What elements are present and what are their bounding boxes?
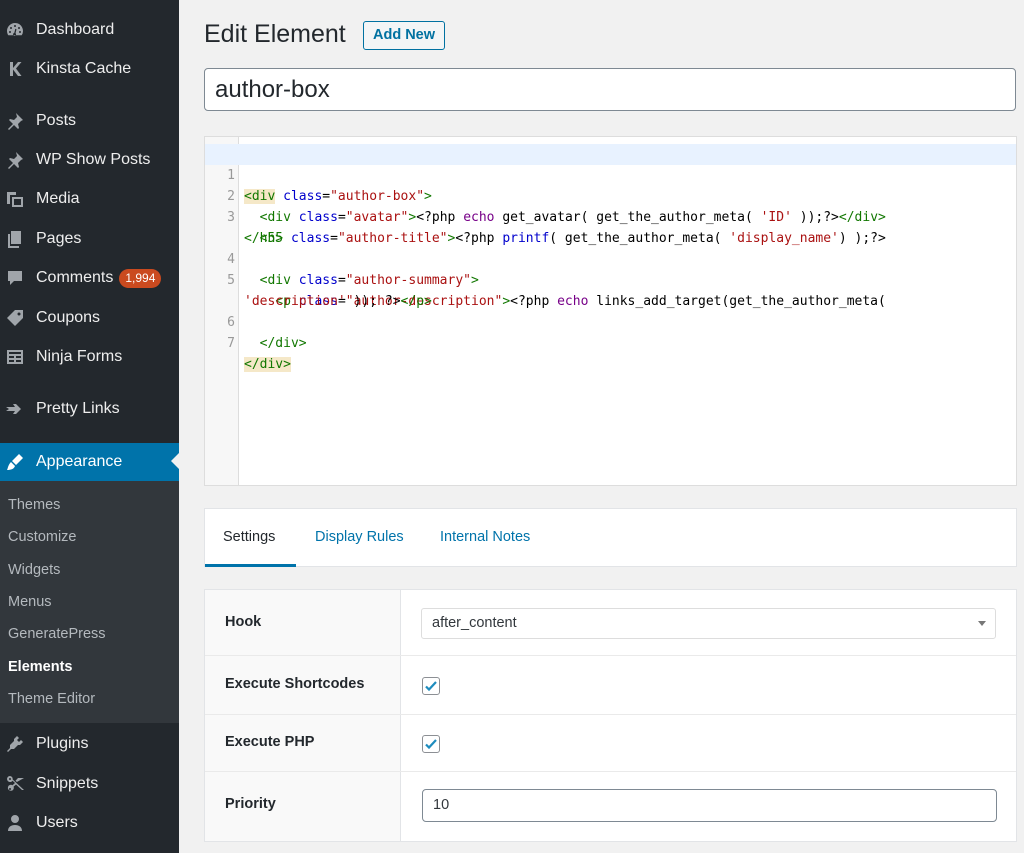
menu-label: Dashboard [36, 21, 115, 38]
priority-label: Priority [225, 796, 276, 812]
execute-shortcodes-label: Execute Shortcodes [225, 676, 365, 692]
kinsta-k-icon [4, 58, 26, 80]
code-text: </div> [259, 336, 307, 351]
user-icon [4, 812, 26, 834]
paintbrush-icon [4, 451, 26, 473]
code-line: 6 </div> [205, 291, 1016, 351]
code-editor[interactable]: 1 <div class="author-box"> 2 <div class=… [204, 136, 1017, 486]
code-line: 4 <div class="author-summary"> [205, 228, 1016, 288]
scissors-icon [4, 773, 26, 795]
menu-item-coupons[interactable]: Coupons [0, 300, 179, 336]
priority-input[interactable]: 10 [422, 789, 997, 822]
pages-icon [4, 228, 26, 250]
execute-shortcodes-checkbox[interactable] [422, 677, 440, 695]
code-line-wrapped: 'description' )); ?></p> [205, 270, 1016, 309]
code-line: 3 <h5 class="author-title"><?php printf(… [205, 186, 1016, 246]
tab-internal-notes[interactable]: Internal Notes [440, 529, 530, 545]
menu-label: Kinsta Cache [36, 60, 132, 77]
menu-label: Coupons [36, 309, 101, 326]
line-number: 7 [227, 336, 235, 351]
execute-php-label: Execute PHP [225, 734, 315, 750]
code-line: 1 <div class="author-box"> [205, 144, 1016, 204]
menu-label: Pretty Links [36, 400, 120, 417]
submenu-item-elements[interactable]: Elements [8, 659, 72, 675]
submenu-item-widgets[interactable]: Widgets [8, 562, 60, 578]
code-line: 2 <div class="avatar"><?php echo get_ava… [205, 165, 1016, 225]
menu-item-media[interactable]: Media [0, 181, 179, 217]
menu-item-dashboard[interactable]: Dashboard [0, 12, 179, 48]
hook-select-value: after_content [432, 615, 517, 631]
submenu-item-generatepress[interactable]: GeneratePress [8, 626, 106, 642]
menu-label: Appearance [36, 453, 123, 470]
menu-item-plugins[interactable]: Plugins [0, 726, 179, 762]
menu-item-comments[interactable]: Comments 1,994 [0, 260, 179, 296]
element-title-input[interactable]: author-box [204, 68, 1016, 111]
tab-settings[interactable]: Settings [223, 529, 275, 545]
row-divider [205, 714, 1016, 715]
comment-count-badge: 1,994 [119, 268, 162, 288]
hook-select[interactable]: after_content [421, 608, 996, 639]
menu-item-pages[interactable]: Pages [0, 221, 179, 257]
page-title: Edit Element [204, 20, 346, 48]
code-text: </div> [244, 357, 291, 372]
submenu-item-theme-editor[interactable]: Theme Editor [8, 691, 95, 707]
comment-bubble-icon [4, 267, 26, 289]
plug-icon [4, 733, 26, 755]
execute-php-checkbox[interactable] [422, 735, 440, 753]
menu-label: Ninja Forms [36, 348, 123, 365]
active-indicator-arrow [171, 453, 179, 469]
tab-display-rules[interactable]: Display Rules [315, 529, 404, 545]
row-divider [205, 655, 1016, 656]
pushpin-icon [4, 110, 26, 132]
menu-label: Pages [36, 230, 82, 247]
menu-item-users[interactable]: Users [0, 805, 179, 841]
menu-label: Media [36, 190, 80, 207]
menu-label: Plugins [36, 735, 89, 752]
dashboard-icon [4, 19, 26, 41]
menu-label: Posts [36, 112, 77, 129]
submenu-item-customize[interactable]: Customize [8, 529, 77, 545]
settings-panel: Hook after_content Execute Shortcodes Ex… [204, 589, 1017, 842]
menu-label: Users [36, 814, 78, 831]
media-icon [4, 188, 26, 210]
menu-label: Comments [36, 269, 114, 286]
admin-sidebar: Dashboard Kinsta Cache Posts WP Show Pos… [0, 0, 179, 853]
menu-label: Snippets [36, 775, 99, 792]
menu-item-snippets[interactable]: Snippets [0, 766, 179, 802]
code-line: 5 <p class="author-description"><?php ec… [205, 249, 1016, 309]
row-divider [205, 771, 1016, 772]
submenu-item-themes[interactable]: Themes [8, 497, 60, 513]
menu-label: WP Show Posts [36, 151, 151, 168]
code-line: 7 </div> [205, 312, 1016, 372]
menu-item-kinsta-cache[interactable]: Kinsta Cache [0, 51, 179, 87]
menu-item-wp-show-posts[interactable]: WP Show Posts [0, 142, 179, 178]
main-content: Edit Element Add New author-box 1 <div c… [179, 0, 1024, 853]
element-tabs: Settings Display Rules Internal Notes [204, 508, 1017, 567]
menu-item-ninja-forms[interactable]: Ninja Forms [0, 339, 179, 375]
tag-icon [4, 307, 26, 329]
form-icon [4, 346, 26, 368]
menu-item-posts[interactable]: Posts [0, 103, 179, 139]
code-line-wrapped: </h5> [205, 207, 1016, 246]
pushpin-icon [4, 149, 26, 171]
checkmark-icon [425, 681, 437, 692]
chevron-down-icon [978, 621, 986, 626]
add-new-button[interactable]: Add New [363, 21, 446, 50]
hook-label: Hook [225, 614, 262, 630]
checkmark-icon [425, 739, 437, 750]
submenu-item-menus[interactable]: Menus [8, 594, 52, 610]
appearance-submenu: Themes Customize Widgets Menus GenerateP… [0, 481, 179, 723]
active-tab-indicator [205, 564, 296, 567]
menu-item-appearance[interactable]: Appearance [0, 443, 179, 481]
star-arrow-icon [4, 398, 26, 420]
menu-item-pretty-links[interactable]: Pretty Links [0, 391, 179, 427]
